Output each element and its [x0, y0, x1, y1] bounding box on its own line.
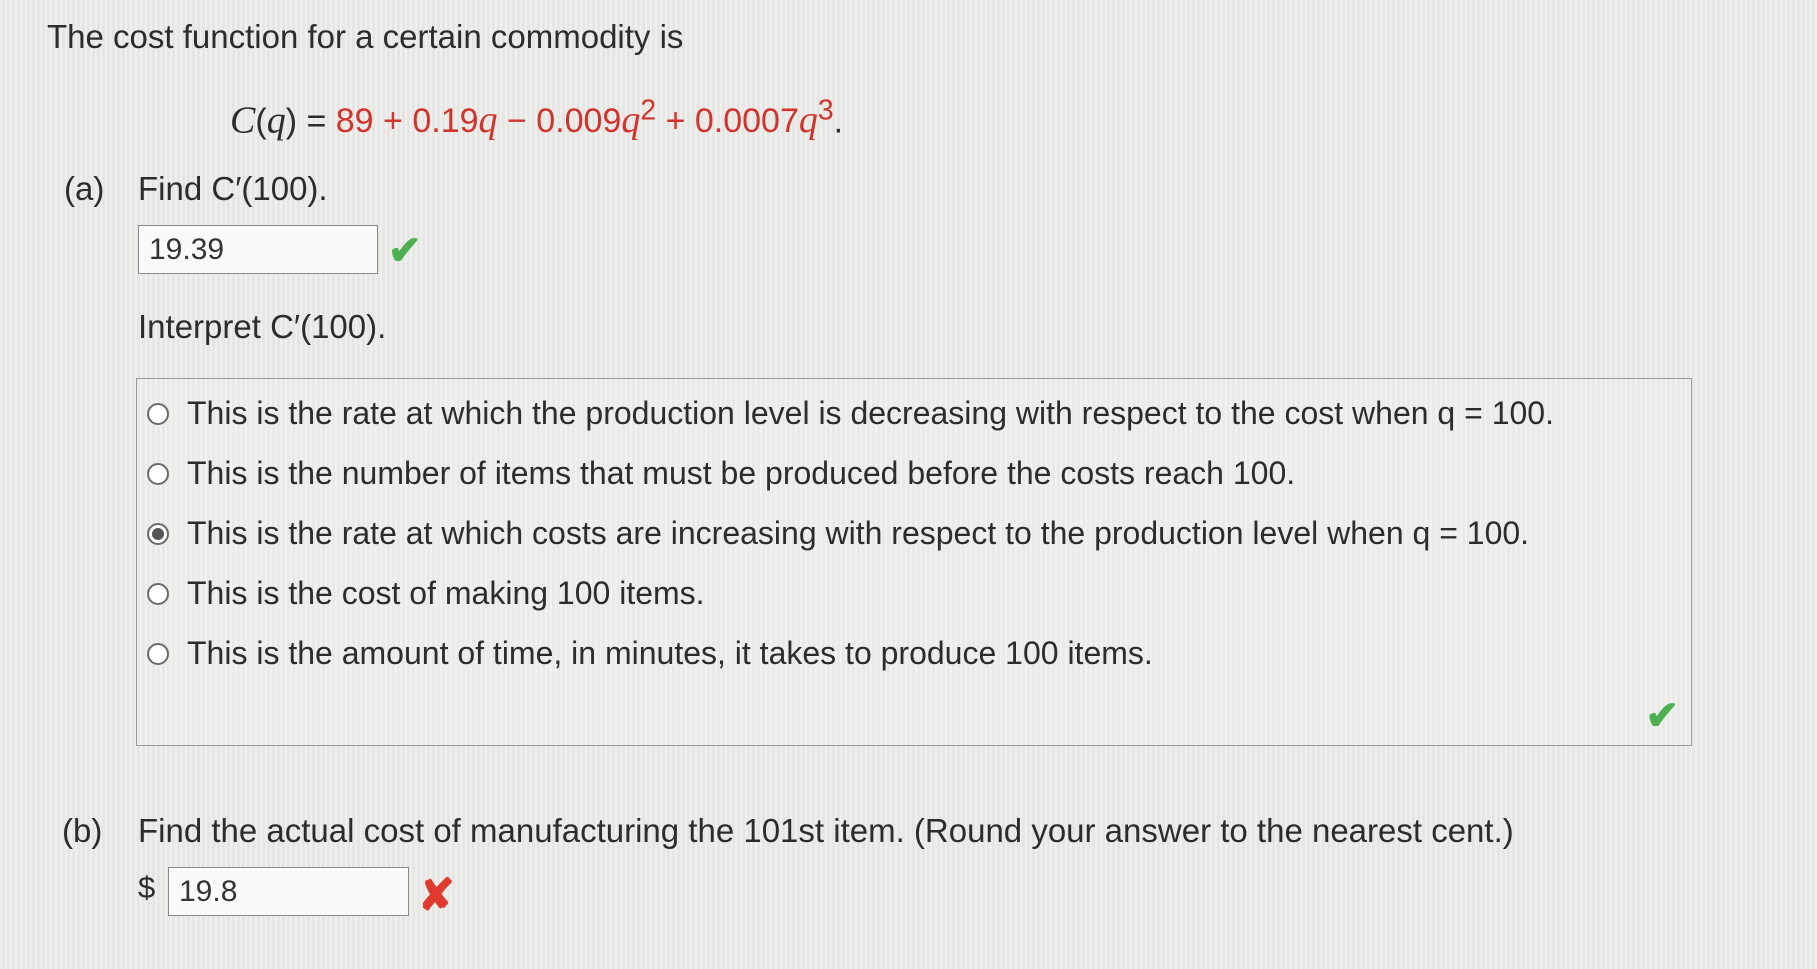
option-number-of-items[interactable]: This is the number of items that must be… — [147, 455, 1295, 492]
formula-term-1: 89 + 0.19 — [335, 102, 479, 141]
radio-button[interactable] — [147, 462, 169, 485]
currency-symbol: $ — [138, 870, 156, 905]
formula-term-3: + 0.0007 — [656, 102, 799, 141]
option-rate-production-decreasing[interactable]: This is the rate at which the production… — [147, 395, 1554, 432]
formula-term-2: − 0.009 — [497, 102, 622, 141]
formula-exp-3: 3 — [817, 95, 834, 127]
problem-intro: The cost function for a certain commodit… — [47, 18, 684, 55]
part-b-label: (b) — [62, 812, 103, 849]
option-amount-of-time[interactable]: This is the amount of time, in minutes, … — [147, 635, 1153, 672]
check-icon: ✔ — [388, 229, 422, 273]
part-b-question: Find the actual cost of manufacturing th… — [138, 812, 1514, 849]
formula-end: . — [833, 102, 844, 141]
cross-icon: ✘ — [418, 871, 455, 920]
interpret-prompt: Interpret C′(100). — [138, 308, 387, 345]
option-label: This is the amount of time, in minutes, … — [187, 635, 1153, 671]
radio-button[interactable] — [147, 642, 169, 665]
option-cost-of-100-items[interactable]: This is the cost of making 100 items. — [147, 575, 705, 612]
cost-formula: C(q) = 89 + 0.19q − 0.009q2 + 0.0007q3. — [230, 95, 844, 142]
radio-button[interactable] — [147, 582, 169, 605]
part-a-question: Find C′(100). — [138, 170, 328, 207]
part-a-label: (a) — [64, 170, 105, 207]
option-label: This is the cost of making 100 items. — [187, 575, 705, 611]
answer-input-b[interactable]: 19.8 — [168, 867, 409, 916]
option-label: This is the number of items that must be… — [187, 455, 1296, 491]
radio-button-selected[interactable] — [147, 522, 169, 545]
check-icon: ✔ — [1645, 694, 1679, 738]
interpret-options-panel: This is the rate at which the production… — [136, 378, 1692, 746]
option-label: This is the rate at which the production… — [187, 395, 1554, 431]
option-rate-costs-increasing[interactable]: This is the rate at which costs are incr… — [147, 515, 1529, 552]
answer-input-a[interactable]: 19.39 — [138, 225, 378, 274]
radio-button[interactable] — [147, 402, 169, 425]
option-label: This is the rate at which costs are incr… — [187, 515, 1530, 551]
formula-exp-2: 2 — [640, 95, 657, 127]
